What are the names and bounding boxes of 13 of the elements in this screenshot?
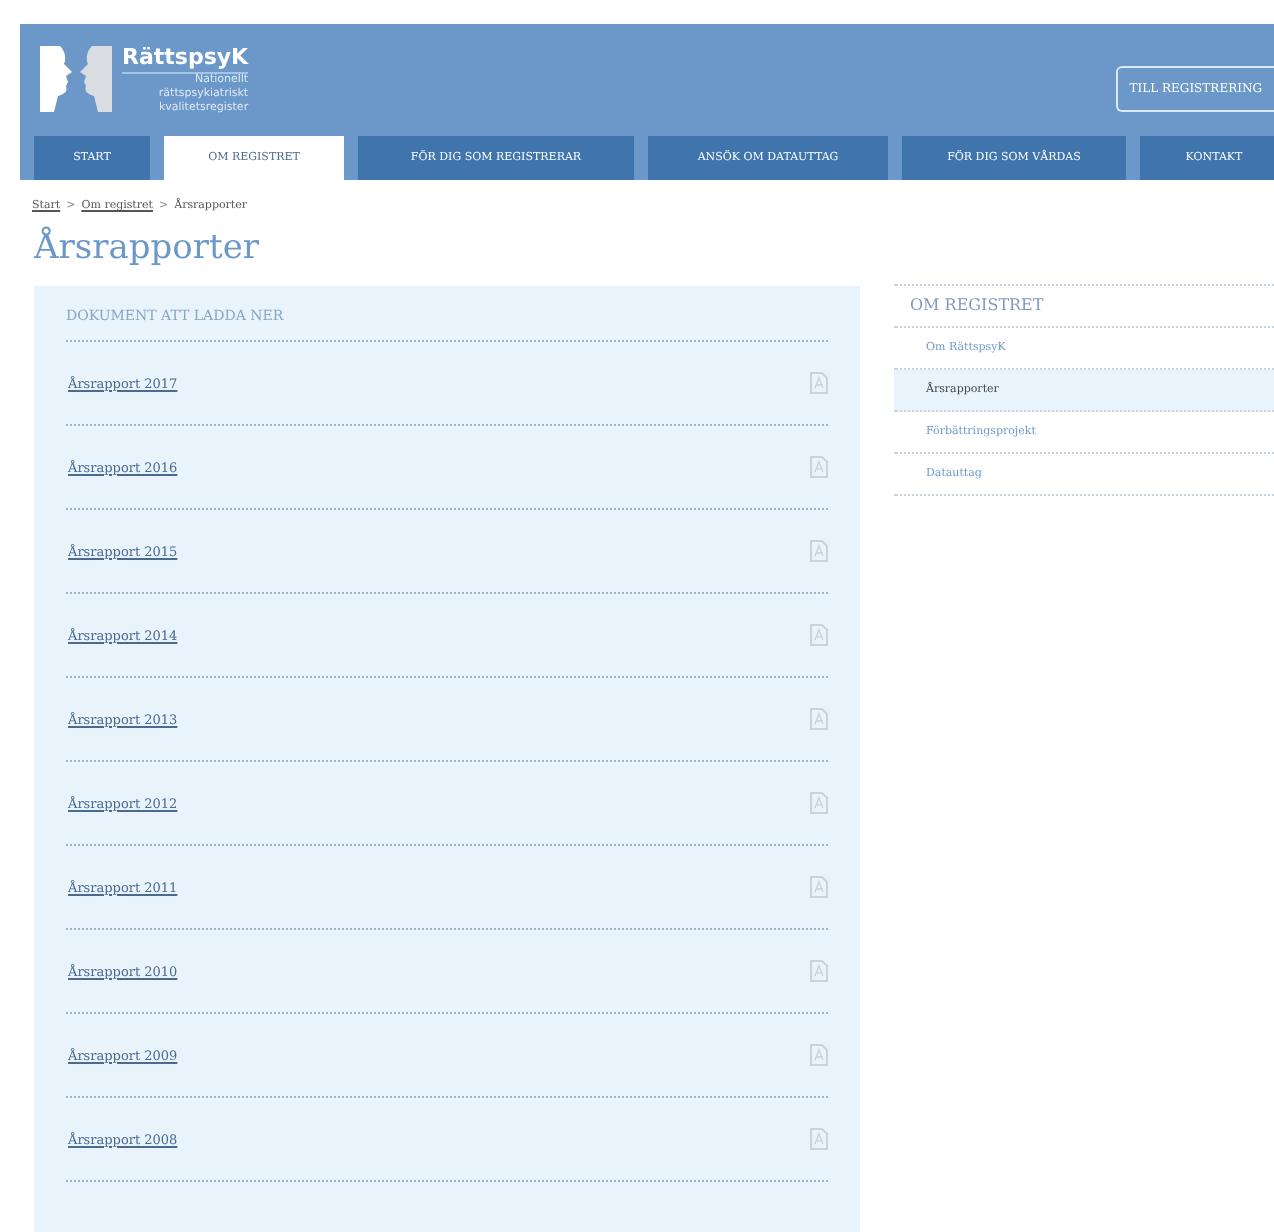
logo-title: RättspsyK bbox=[122, 44, 249, 74]
pdf-file-icon bbox=[810, 1044, 828, 1066]
pdf-file-icon bbox=[810, 960, 828, 982]
page-title: Årsrapporter bbox=[34, 228, 262, 268]
sidebar-heading: OM REGISTRET bbox=[894, 286, 1274, 328]
pdf-file-icon bbox=[810, 456, 828, 478]
pdf-file-icon bbox=[810, 876, 828, 898]
pdf-file-icon bbox=[810, 624, 828, 646]
pdf-file-icon bbox=[810, 1128, 828, 1150]
pdf-file-icon bbox=[810, 372, 828, 394]
pdf-file-icon bbox=[810, 792, 828, 814]
pdf-file-icon bbox=[810, 540, 828, 562]
pdf-file-icon bbox=[810, 708, 828, 730]
